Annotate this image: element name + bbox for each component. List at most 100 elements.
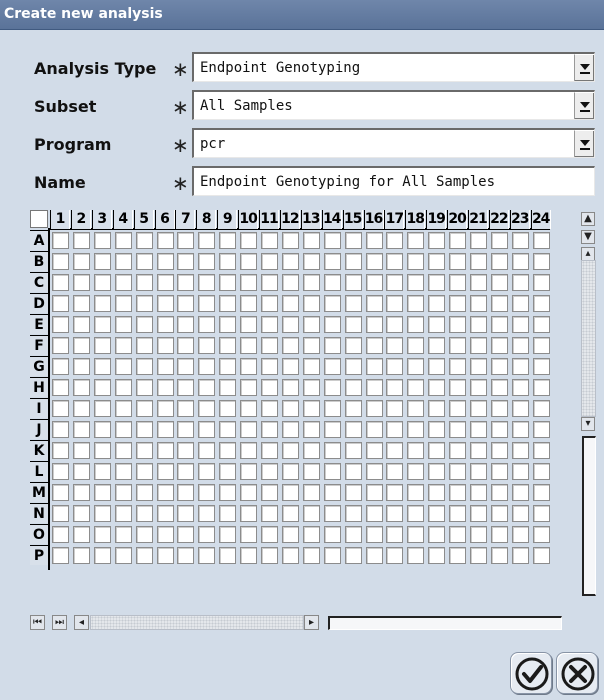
chevron-down-icon[interactable]: [574, 130, 594, 157]
column-header[interactable]: 13: [300, 210, 321, 229]
plate-well[interactable]: [72, 463, 90, 480]
plate-well[interactable]: [490, 442, 508, 459]
plate-well[interactable]: [344, 337, 362, 354]
plate-well[interactable]: [219, 379, 237, 396]
plate-well[interactable]: [302, 379, 320, 396]
plate-well[interactable]: [135, 274, 153, 291]
plate-well[interactable]: [428, 379, 446, 396]
plate-well[interactable]: [135, 421, 153, 438]
plate-well[interactable]: [177, 421, 195, 438]
plate-well[interactable]: [177, 484, 195, 501]
plate-well[interactable]: [177, 232, 195, 249]
row-header[interactable]: A: [30, 230, 48, 250]
plate-well[interactable]: [93, 421, 111, 438]
plate-well[interactable]: [490, 421, 508, 438]
plate-well[interactable]: [114, 253, 132, 270]
plate-well[interactable]: [407, 253, 425, 270]
plate-well[interactable]: [532, 505, 550, 522]
plate-well[interactable]: [52, 295, 69, 312]
plate-well[interactable]: [449, 526, 467, 543]
plate-well[interactable]: [198, 526, 216, 543]
plate-well[interactable]: [219, 316, 237, 333]
column-header[interactable]: 22: [488, 210, 509, 229]
plate-well[interactable]: [135, 505, 153, 522]
plate-well[interactable]: [281, 295, 299, 312]
skip-first-icon[interactable]: ⏮: [30, 615, 45, 630]
plate-well[interactable]: [156, 379, 174, 396]
plate-well[interactable]: [323, 232, 341, 249]
plate-well[interactable]: [407, 379, 425, 396]
plate-well[interactable]: [240, 421, 258, 438]
plate-well[interactable]: [470, 337, 487, 354]
plate-well[interactable]: [198, 400, 216, 417]
plate-well[interactable]: [72, 442, 90, 459]
plate-well[interactable]: [72, 505, 90, 522]
plate-well[interactable]: [407, 547, 425, 564]
horizontal-slider[interactable]: [328, 616, 562, 630]
column-header[interactable]: 8: [196, 210, 217, 229]
column-header[interactable]: 24: [530, 210, 551, 229]
plate-well[interactable]: [177, 463, 195, 480]
plate-well[interactable]: [470, 421, 487, 438]
plate-well[interactable]: [72, 421, 90, 438]
plate-well[interactable]: [449, 316, 467, 333]
plate-well[interactable]: [428, 547, 446, 564]
plate-well[interactable]: [156, 232, 174, 249]
plate-well[interactable]: [344, 442, 362, 459]
plate-well[interactable]: [198, 463, 216, 480]
plate-well[interactable]: [52, 463, 69, 480]
plate-well[interactable]: [198, 358, 216, 375]
plate-well[interactable]: [449, 547, 467, 564]
plate-well[interactable]: [302, 316, 320, 333]
plate-well[interactable]: [470, 400, 487, 417]
plate-well[interactable]: [532, 463, 550, 480]
scroll-up-arrow-icon[interactable]: ▴: [581, 247, 595, 261]
plate-well[interactable]: [428, 505, 446, 522]
plate-well[interactable]: [135, 526, 153, 543]
plate-well[interactable]: [261, 358, 278, 375]
plate-well[interactable]: [532, 400, 550, 417]
plate-well[interactable]: [72, 337, 90, 354]
plate-well[interactable]: [219, 505, 237, 522]
plate-well[interactable]: [198, 316, 216, 333]
row-header[interactable]: G: [30, 356, 48, 376]
plate-well[interactable]: [281, 379, 299, 396]
plate-well[interactable]: [52, 526, 69, 543]
plate-well[interactable]: [177, 337, 195, 354]
plate-well[interactable]: [511, 295, 529, 312]
plate-well[interactable]: [261, 379, 278, 396]
plate-well[interactable]: [177, 295, 195, 312]
plate-well[interactable]: [135, 442, 153, 459]
plate-well[interactable]: [219, 295, 237, 312]
plate-well[interactable]: [219, 274, 237, 291]
column-header[interactable]: 1: [50, 210, 70, 229]
row-header[interactable]: H: [30, 377, 48, 397]
plate-well[interactable]: [511, 505, 529, 522]
plate-well[interactable]: [386, 358, 404, 375]
plate-well[interactable]: [428, 232, 446, 249]
plate-well[interactable]: [198, 232, 216, 249]
plate-well[interactable]: [302, 442, 320, 459]
plate-well[interactable]: [302, 232, 320, 249]
plate-well[interactable]: [386, 505, 404, 522]
plate-well[interactable]: [407, 337, 425, 354]
plate-well[interactable]: [344, 316, 362, 333]
plate-well[interactable]: [281, 274, 299, 291]
plate-well[interactable]: [490, 463, 508, 480]
plate-well[interactable]: [323, 274, 341, 291]
plate-well[interactable]: [219, 463, 237, 480]
plate-well[interactable]: [532, 232, 550, 249]
plate-well[interactable]: [344, 463, 362, 480]
plate-well[interactable]: [177, 316, 195, 333]
plate-well[interactable]: [344, 421, 362, 438]
plate-well[interactable]: [386, 463, 404, 480]
plate-well[interactable]: [281, 442, 299, 459]
row-header[interactable]: N: [30, 503, 48, 523]
plate-well[interactable]: [281, 463, 299, 480]
plate-well[interactable]: [490, 253, 508, 270]
plate-well[interactable]: [219, 421, 237, 438]
plate-well[interactable]: [470, 484, 487, 501]
plate-well[interactable]: [428, 358, 446, 375]
plate-well[interactable]: [240, 316, 258, 333]
scroll-right-arrow-icon[interactable]: ▸: [304, 615, 319, 630]
